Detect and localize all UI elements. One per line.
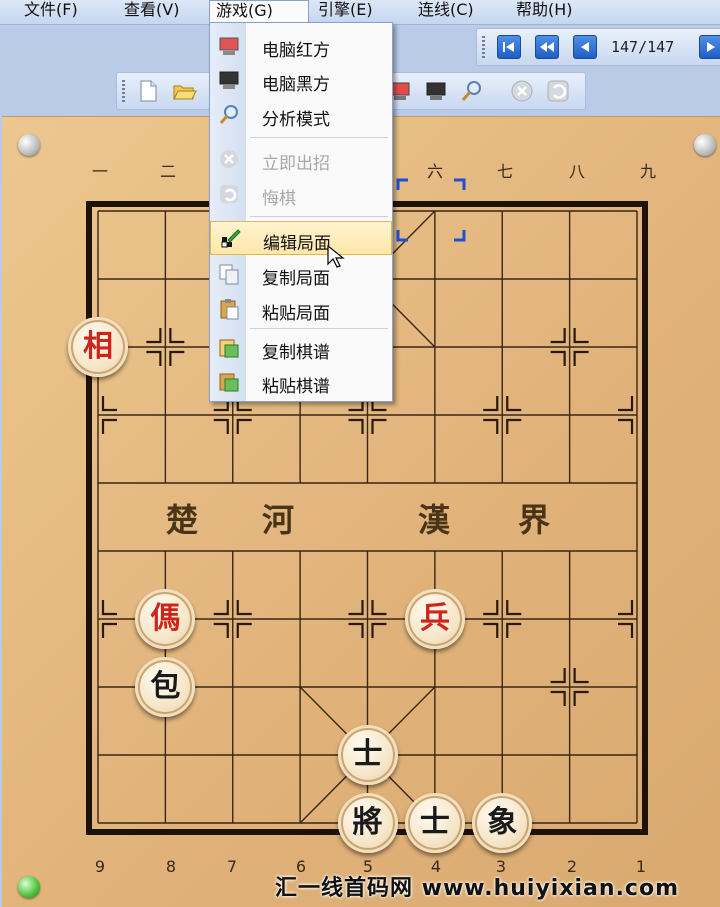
file-number-top: 七 [496,162,513,181]
menu-item-label: 复制局面 [262,269,330,289]
menu-item-label: 电脑红方 [262,41,330,61]
menu-item-label: 粘贴局面 [262,304,330,324]
menu-item-label: 复制棋谱 [262,343,330,363]
menu-item-undo[interactable]: 悔棋 [210,177,392,211]
menu-item-edit-position[interactable]: 编辑局面 [210,221,392,255]
menu-item-label: 编辑局面 [263,234,331,254]
file-number-bottom: 8 [165,857,177,876]
river-text-jie: 界 [518,501,553,539]
edit-position-icon [221,229,241,248]
computer-red-icon [219,37,239,55]
red-piece-1[interactable]: 傌 [135,589,196,649]
copy-record-icon [219,339,239,358]
black-piece-4[interactable]: 士 [337,725,398,785]
file-number-bottom: 7 [226,857,238,876]
file-number-top: 八 [568,162,585,181]
menu-item-analysis-mode[interactable]: 分析模式 [210,98,392,132]
river-text-he: 河 [262,501,297,539]
paste-icon [220,299,239,320]
red-piece-0[interactable]: 相 [68,317,128,377]
menu-item-paste-position[interactable]: 粘贴局面 [210,292,392,326]
copy-icon [219,264,239,285]
file-number-top: 一 [91,162,108,181]
menu-item-computer-black[interactable]: 电脑黑方 [210,63,392,97]
menu-item-label: 立即出招 [262,154,330,174]
file-number-bottom: 9 [94,857,106,876]
menu-item-move-now[interactable]: 立即出招 [210,142,392,176]
black-piece-7[interactable]: 象 [472,793,533,853]
menu-separator [250,137,388,138]
undo-icon [220,185,238,203]
menu-item-paste-record[interactable]: 粘贴棋谱 [210,365,392,399]
menu-item-label: 悔棋 [262,189,296,209]
computer-black-icon [219,71,239,89]
river-text-han: 漢 [418,501,453,539]
status-indicator-green [18,876,40,898]
corner-knob-top-right [694,134,716,156]
red-piece-2[interactable]: 兵 [404,589,465,649]
black-piece-3[interactable]: 包 [135,657,196,717]
menu-separator [250,216,388,217]
file-number-top: 九 [639,162,656,181]
stop-icon [220,150,238,168]
magnifier-icon [219,105,238,124]
menu-item-computer-red[interactable]: 电脑红方 [210,29,392,63]
river-text-chu: 楚 [166,501,201,539]
menu-separator [250,328,388,329]
menu-item-label: 分析模式 [262,110,330,130]
menu-item-copy-position[interactable]: 复制局面 [210,257,392,291]
file-number-top: 二 [159,162,176,181]
menu-item-label: 粘贴棋谱 [262,377,330,397]
game-menu-dropdown: 电脑红方 电脑黑方 分析模式 立即出招 悔棋 编辑局面 复制局面 粘贴局面 复制… [209,22,393,402]
black-piece-5[interactable]: 將 [337,793,398,853]
paste-record-icon [219,373,239,392]
menu-item-copy-record[interactable]: 复制棋谱 [210,331,392,365]
black-piece-6[interactable]: 士 [404,793,465,853]
watermark: 汇一线首码网 www.huiyixian.com [275,876,680,901]
menu-item-label: 电脑黑方 [262,75,330,95]
last-move-marker [396,178,466,242]
mouse-cursor-icon [327,244,345,268]
corner-knob-top-left [18,134,40,156]
